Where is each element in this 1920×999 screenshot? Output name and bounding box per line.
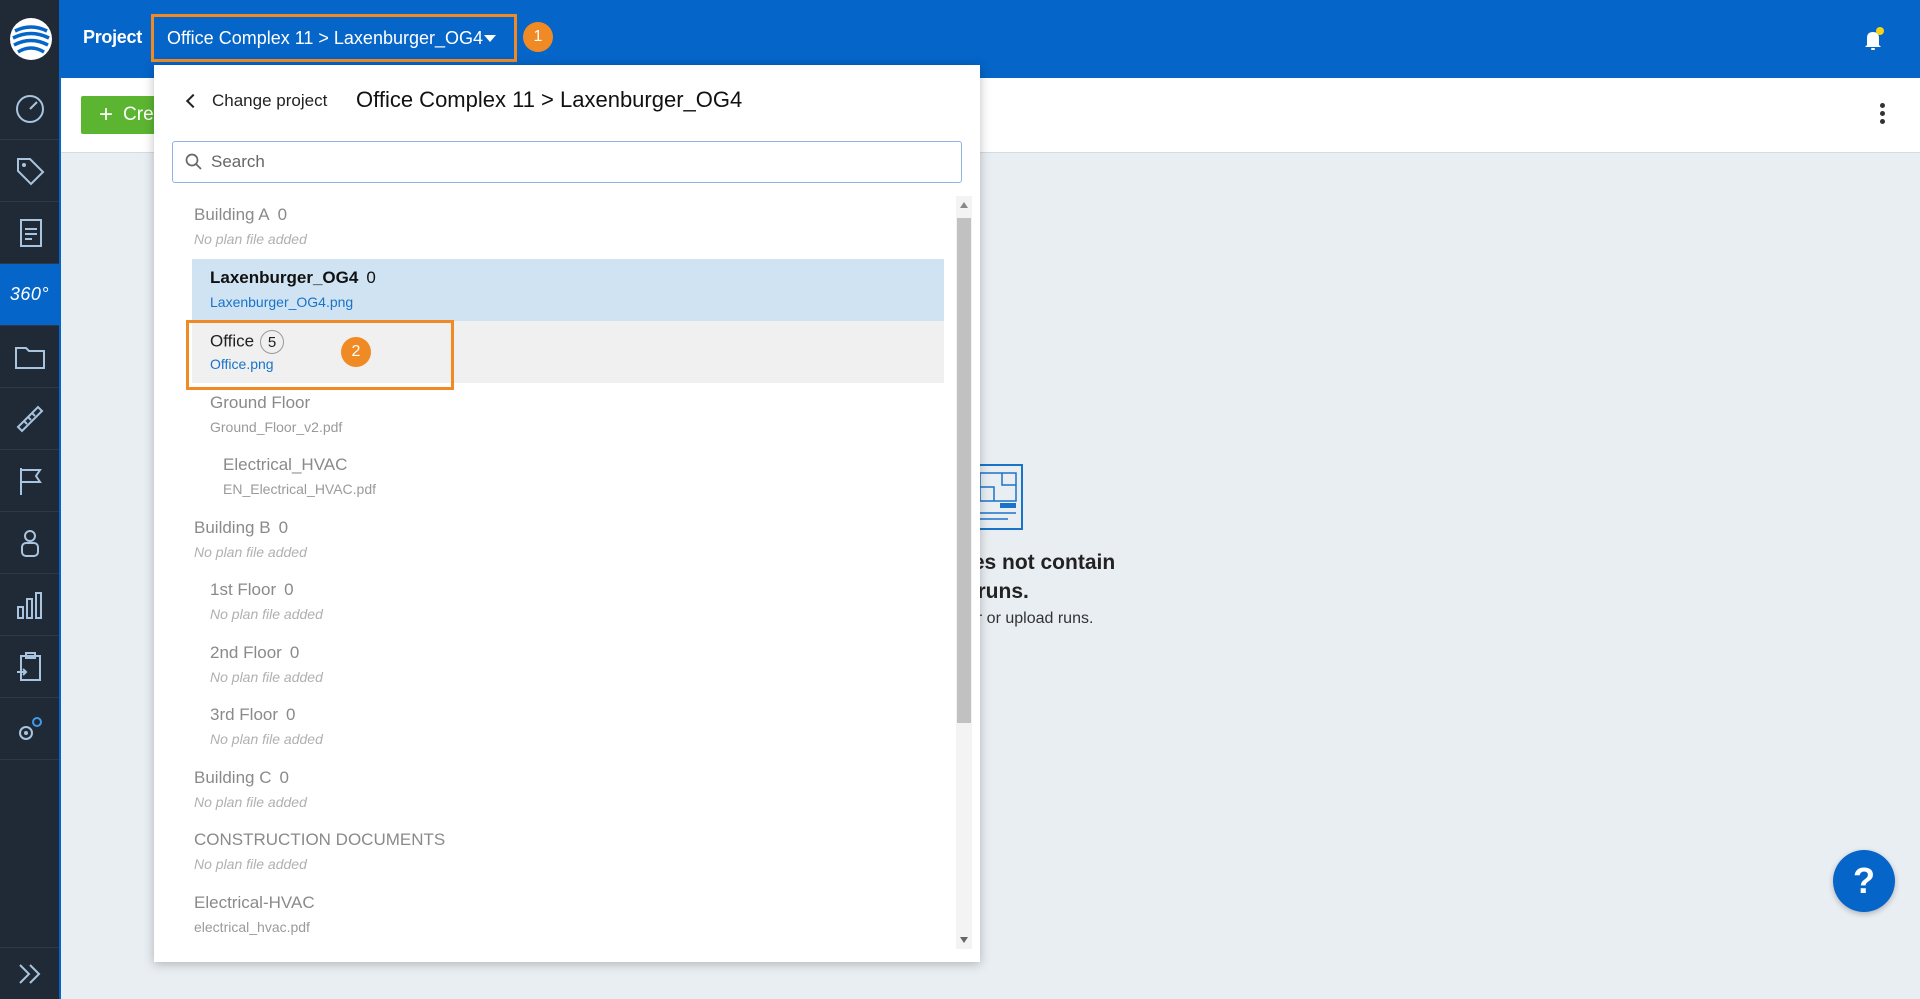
panel-header: Change project Office Complex 11 > Laxen… <box>154 65 980 137</box>
plus-icon: + <box>99 101 114 128</box>
settings-gears-icon <box>18 716 42 740</box>
ruler-pencil-icon <box>16 405 43 432</box>
change-project-link[interactable]: Change project <box>185 91 328 111</box>
list-item[interactable]: 1st Floor 0 No plan file added <box>172 571 944 633</box>
list-item[interactable]: Building C0 No plan file added <box>172 759 944 821</box>
bell-icon <box>1865 27 1884 50</box>
double-chevron-right-icon <box>18 963 40 984</box>
step-badge-1: 1 <box>523 22 553 52</box>
tasks-nav-item[interactable] <box>0 636 59 698</box>
flag-icon <box>19 467 42 495</box>
settings-nav-item[interactable] <box>0 698 59 760</box>
create-label: Cre <box>123 104 154 125</box>
speedometer-icon <box>15 94 44 123</box>
panel-title: Office Complex 11 > Laxenburger_OG4 <box>356 87 743 112</box>
tags-nav-item[interactable] <box>0 140 59 202</box>
project-plan-dropdown-panel: Change project Office Complex 11 > Laxen… <box>154 65 980 962</box>
list-item[interactable]: Building A0 No plan file added <box>172 196 944 258</box>
left-navigation-rail: 360° <box>0 0 61 999</box>
scroll-up-icon[interactable] <box>960 202 968 208</box>
flags-nav-item[interactable] <box>0 450 59 512</box>
chevron-left-icon <box>185 93 201 109</box>
expand-sidebar-button[interactable] <box>0 947 59 999</box>
list-item[interactable]: Electrical_HVAC EN_Electrical_HVAC.pdf <box>172 446 944 508</box>
step-2-highlight <box>186 320 454 390</box>
user-icon <box>20 529 39 557</box>
folders-nav-item[interactable] <box>0 326 59 388</box>
list-scrollbar[interactable] <box>956 196 972 949</box>
bar-chart-icon <box>16 591 42 619</box>
folder-icon <box>14 346 45 369</box>
search-field[interactable] <box>172 141 962 183</box>
analytics-nav-item[interactable] <box>0 574 59 636</box>
app-logo-icon[interactable] <box>0 0 61 78</box>
tags-icon <box>16 157 44 185</box>
caret-down-icon <box>484 35 496 42</box>
reports-nav-item[interactable] <box>0 202 59 264</box>
empty-state-title: oes not contain y runs. <box>960 551 1116 603</box>
list-item[interactable]: 3rd Floor 0 No plan file added <box>172 696 944 758</box>
step-badge-2: 2 <box>341 337 371 367</box>
dashboard-nav-item[interactable] <box>0 78 59 140</box>
measure-nav-item[interactable] <box>0 388 59 450</box>
list-item[interactable]: CONSTRUCTION DOCUMENTS No plan file adde… <box>172 821 944 883</box>
empty-state-subtitle: ver or upload runs. <box>960 610 1094 627</box>
scroll-down-icon[interactable] <box>960 937 968 943</box>
360-view-icon: 360° <box>9 284 50 304</box>
project-selector-value: Office Complex 11 > Laxenburger_OG4 <box>167 27 484 48</box>
report-icon <box>19 218 42 247</box>
project-label: Project <box>83 27 142 47</box>
change-project-label: Change project <box>212 91 328 110</box>
scrollbar-thumb[interactable] <box>957 218 971 723</box>
notifications-button[interactable] <box>1858 24 1888 54</box>
clipboard-icon <box>16 651 41 681</box>
project-selector-dropdown[interactable]: Office Complex 11 > Laxenburger_OG4 <box>151 14 517 62</box>
list-item[interactable]: Electrical-HVAC electrical_hvac.pdf <box>172 884 944 946</box>
plan-list: Building A0 No plan file added Laxenburg… <box>172 196 944 951</box>
list-item[interactable]: 2nd Floor 0 No plan file added <box>172 634 944 696</box>
more-options-icon[interactable] <box>1880 103 1886 125</box>
users-nav-item[interactable] <box>0 512 59 574</box>
list-item[interactable]: Building B0 No plan file added <box>172 509 944 571</box>
list-item[interactable]: Ground Floor Ground_Floor_v2.pdf <box>172 384 944 446</box>
list-item-selected[interactable]: Laxenburger_OG4 0 Laxenburger_OG4.png <box>192 259 944 321</box>
search-input[interactable] <box>211 152 911 172</box>
help-button[interactable]: ? <box>1833 850 1895 912</box>
360-nav-item[interactable]: 360° <box>0 264 59 326</box>
search-icon <box>185 153 202 170</box>
